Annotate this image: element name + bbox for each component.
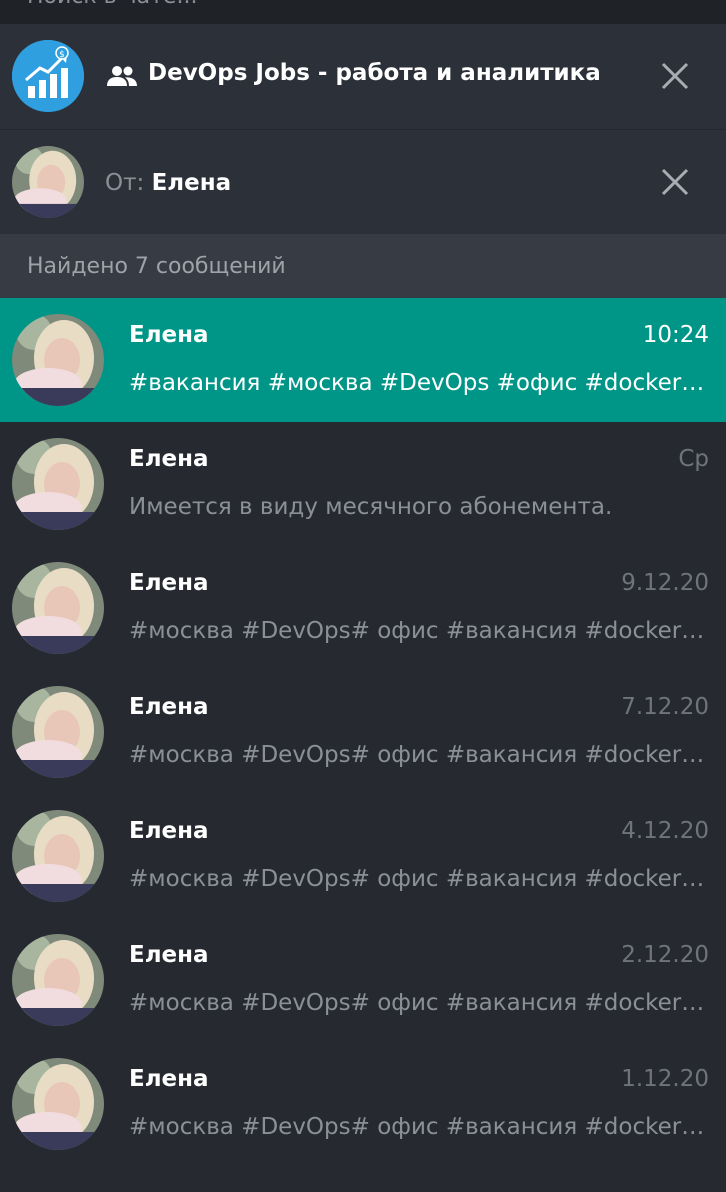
sender-filter-label: От: Елена bbox=[105, 170, 231, 196]
message-sender: Елена bbox=[129, 818, 209, 844]
results-list: Елена 10:24 #вакансия #москва #DevOps #о… bbox=[0, 298, 726, 1166]
chat-filter-row: $ DevOps Jobs - работа и аналитика bbox=[0, 24, 726, 130]
close-icon bbox=[661, 62, 689, 90]
list-item[interactable]: Елена 1.12.20 #москва #DevOps# офис #вак… bbox=[0, 1042, 726, 1166]
list-item[interactable]: Елена 9.12.20 #москва #DevOps# офис #вак… bbox=[0, 546, 726, 670]
search-input[interactable]: Поиск в чате... bbox=[27, 0, 197, 9]
avatar bbox=[12, 1058, 104, 1150]
message-date: 4.12.20 bbox=[621, 818, 709, 844]
avatar bbox=[12, 438, 104, 530]
message-date: 10:24 bbox=[642, 322, 709, 348]
message-preview: #москва #DevOps# офис #вакансия #docker … bbox=[129, 866, 711, 892]
results-header: Найдено 7 сообщений bbox=[0, 234, 726, 298]
message-sender: Елена bbox=[129, 1066, 209, 1092]
chat-avatar: $ bbox=[12, 40, 84, 112]
message-preview: #москва #DevOps# офис #вакансия #docker … bbox=[129, 618, 711, 644]
list-item[interactable]: Елена 4.12.20 #москва #DevOps# офис #вак… bbox=[0, 794, 726, 918]
message-sender: Елена bbox=[129, 694, 209, 720]
message-sender: Елена bbox=[129, 322, 209, 348]
message-date: 7.12.20 bbox=[621, 694, 709, 720]
group-icon bbox=[105, 64, 139, 88]
avatar bbox=[12, 314, 104, 406]
chart-growth-dollar-icon: $ bbox=[12, 40, 84, 112]
search-bar[interactable]: Поиск в чате... bbox=[0, 0, 726, 24]
avatar bbox=[12, 686, 104, 778]
message-date: 2.12.20 bbox=[621, 942, 709, 968]
clear-chat-filter-button[interactable] bbox=[655, 56, 695, 96]
sender-filter-prefix: От: bbox=[105, 170, 145, 196]
list-item[interactable]: Елена Ср Имеется в виду месячного абонем… bbox=[0, 422, 726, 546]
message-preview: #вакансия #москва #DevOps #офис #docker … bbox=[129, 370, 711, 396]
message-sender: Елена bbox=[129, 942, 209, 968]
list-item[interactable]: Елена 10:24 #вакансия #москва #DevOps #о… bbox=[0, 298, 726, 422]
message-preview: Имеется в виду месячного абонемента. bbox=[129, 494, 613, 520]
message-date: Ср bbox=[678, 446, 709, 472]
avatar bbox=[12, 146, 84, 218]
message-sender: Елена bbox=[129, 570, 209, 596]
clear-sender-filter-button[interactable] bbox=[655, 162, 695, 202]
sender-filter-name: Елена bbox=[151, 170, 232, 196]
chat-title: DevOps Jobs - работа и аналитика bbox=[148, 60, 601, 86]
message-preview: #москва #DevOps# офис #вакансия #docker … bbox=[129, 742, 711, 768]
close-icon bbox=[661, 168, 689, 196]
message-sender: Елена bbox=[129, 446, 209, 472]
list-item[interactable]: Елена 2.12.20 #москва #DevOps# офис #вак… bbox=[0, 918, 726, 1042]
avatar bbox=[12, 934, 104, 1026]
svg-text:$: $ bbox=[59, 50, 65, 60]
list-item[interactable]: Елена 7.12.20 #москва #DevOps# офис #вак… bbox=[0, 670, 726, 794]
message-preview: #москва #DevOps# офис #вакансия #docker … bbox=[129, 1114, 711, 1140]
results-count: Найдено 7 сообщений bbox=[27, 254, 286, 279]
message-date: 1.12.20 bbox=[621, 1066, 709, 1092]
sender-filter-row: От: Елена bbox=[0, 130, 726, 234]
message-date: 9.12.20 bbox=[621, 570, 709, 596]
message-preview: #москва #DevOps# офис #вакансия #docker … bbox=[129, 990, 711, 1016]
avatar bbox=[12, 562, 104, 654]
avatar bbox=[12, 810, 104, 902]
